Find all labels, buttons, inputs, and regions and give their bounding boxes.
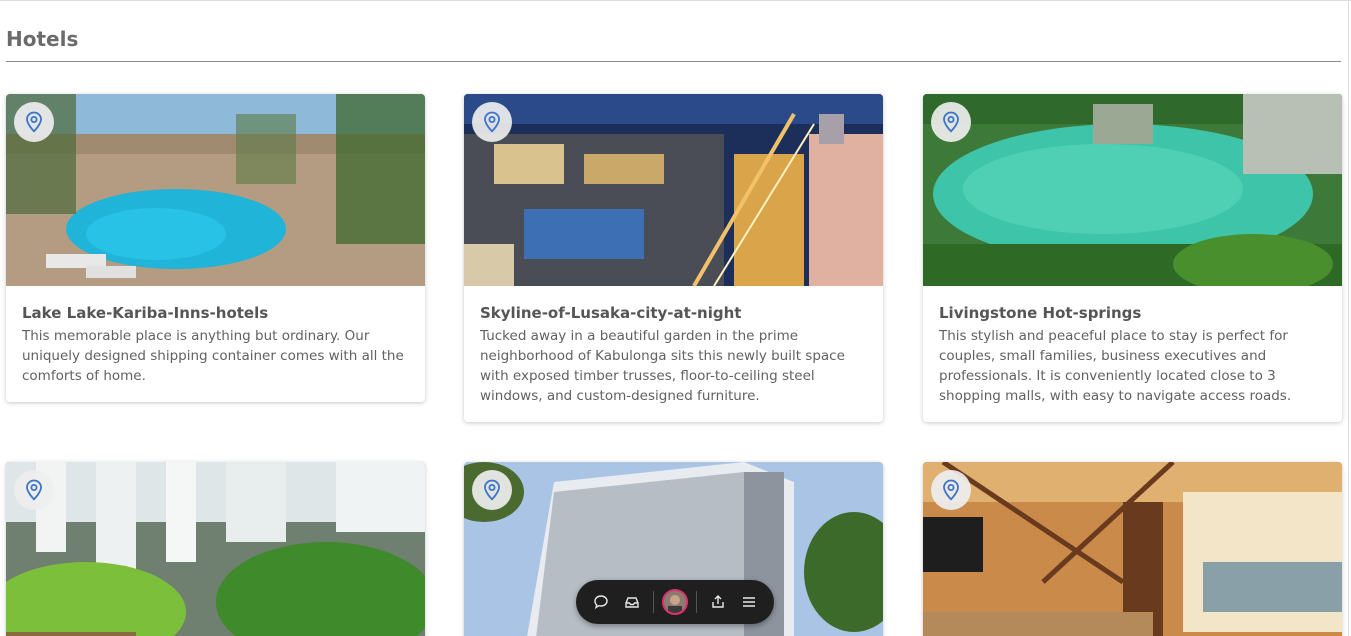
hotel-title[interactable]: Lake Lake-Kariba-Inns-hotels bbox=[22, 304, 409, 322]
location-button[interactable] bbox=[931, 470, 971, 510]
location-button[interactable] bbox=[472, 470, 512, 510]
avatar-button[interactable] bbox=[660, 586, 690, 618]
share-icon bbox=[712, 595, 725, 608]
toolbar-divider bbox=[696, 591, 698, 613]
hotel-image bbox=[923, 94, 1342, 286]
hotel-card[interactable] bbox=[6, 462, 425, 636]
avatar bbox=[662, 589, 688, 615]
hotel-title[interactable]: Skyline-of-Lusaka-city-at-night bbox=[480, 304, 867, 322]
floating-toolbar bbox=[576, 580, 774, 624]
top-border bbox=[0, 0, 1351, 1]
hotel-image bbox=[464, 94, 883, 286]
hotel-image bbox=[6, 94, 425, 286]
hotel-description: This memorable place is anything but ord… bbox=[22, 328, 404, 384]
location-button[interactable] bbox=[472, 102, 512, 142]
menu-icon bbox=[742, 597, 755, 607]
inbox-button[interactable] bbox=[616, 586, 646, 618]
map-pin-icon bbox=[26, 479, 42, 501]
menu-button[interactable] bbox=[734, 586, 764, 618]
map-pin-icon bbox=[943, 111, 959, 133]
hotel-card[interactable]: Lake Lake-Kariba-Inns-hotels This memora… bbox=[6, 94, 425, 402]
map-pin-icon bbox=[943, 479, 959, 501]
inbox-icon bbox=[624, 597, 639, 608]
page-title: Hotels bbox=[6, 27, 79, 51]
hotel-title[interactable]: Livingstone Hot-springs bbox=[939, 304, 1326, 322]
comment-button[interactable] bbox=[586, 586, 616, 618]
comment-icon bbox=[594, 595, 608, 610]
hotel-description: This stylish and peaceful place to stay … bbox=[939, 328, 1292, 404]
map-pin-icon bbox=[484, 479, 500, 501]
hotel-card[interactable]: Livingstone Hot-springs This stylish and… bbox=[923, 94, 1342, 422]
right-border bbox=[1348, 0, 1349, 636]
toolbar-divider bbox=[652, 591, 654, 613]
location-button[interactable] bbox=[931, 102, 971, 142]
location-button[interactable] bbox=[14, 102, 54, 142]
hotel-image bbox=[6, 462, 425, 636]
hotel-card[interactable] bbox=[923, 462, 1342, 636]
hotel-image bbox=[923, 462, 1342, 636]
map-pin-icon bbox=[26, 111, 42, 133]
share-button[interactable] bbox=[703, 586, 733, 618]
title-divider bbox=[6, 61, 1341, 62]
hotel-description: Tucked away in a beautiful garden in the… bbox=[480, 328, 845, 404]
map-pin-icon bbox=[484, 111, 500, 133]
location-button[interactable] bbox=[14, 470, 54, 510]
hotel-card[interactable]: Skyline-of-Lusaka-city-at-night Tucked a… bbox=[464, 94, 883, 422]
